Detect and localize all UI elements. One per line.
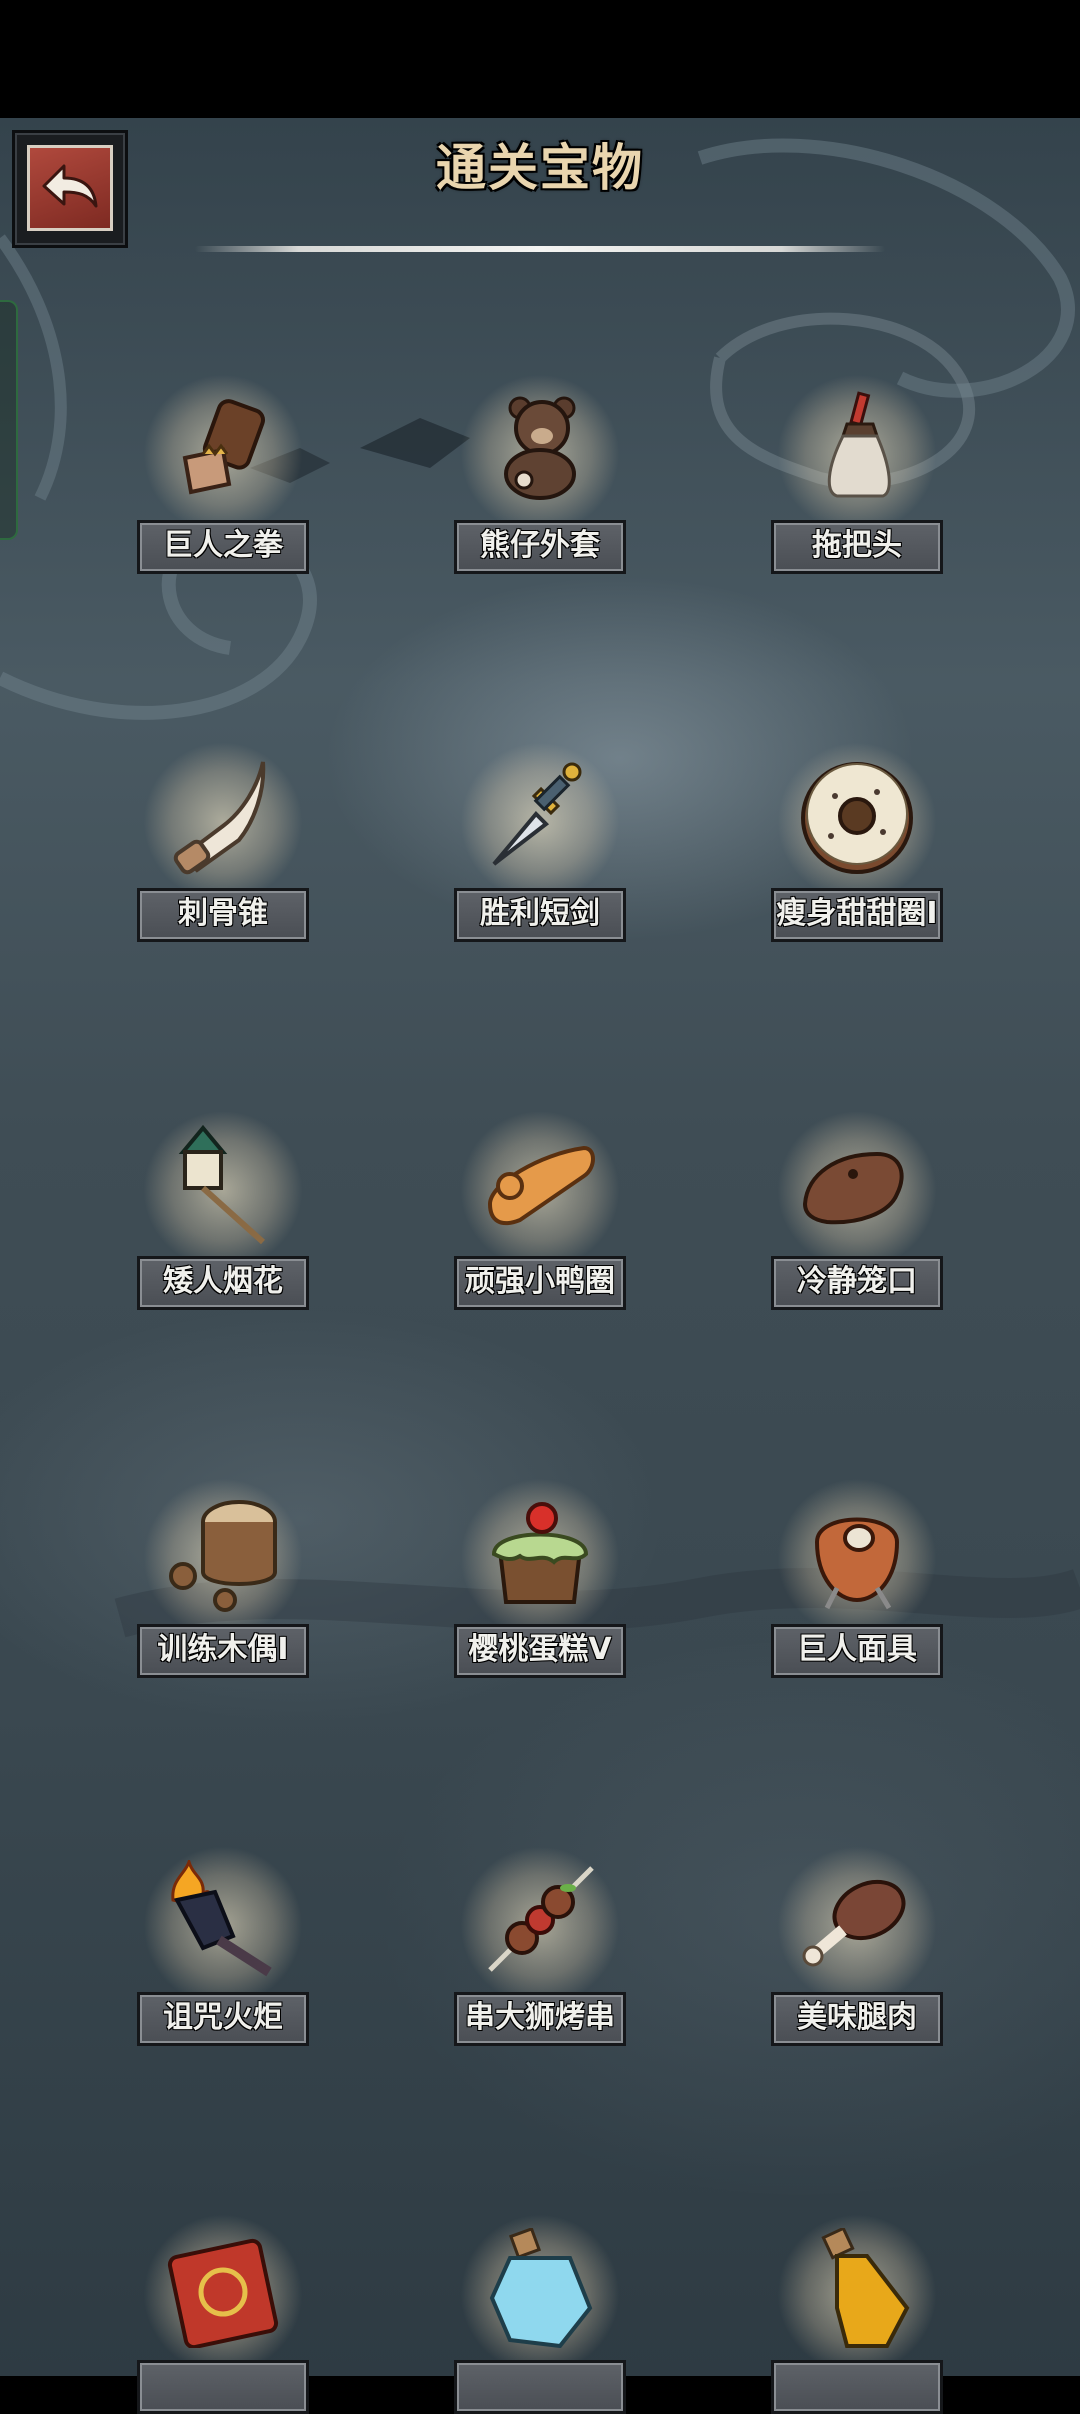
treasure-label <box>771 2360 943 2414</box>
treasure-item[interactable]: 瘦身甜甜圈I <box>767 742 947 942</box>
treasure-item[interactable]: 巨人之拳 <box>133 374 313 574</box>
treasure-label: 矮人烟花 <box>137 1256 309 1310</box>
treasure-label: 樱桃蛋糕V <box>454 1624 626 1678</box>
treasure-label: 巨人面具 <box>771 1624 943 1678</box>
blue-potion-icon <box>489 2228 593 2348</box>
treasure-label: 诅咒火炬 <box>137 1992 309 2046</box>
treasure-item[interactable]: 胜利短剑 <box>450 742 630 942</box>
treasure-item[interactable]: 熊仔外套 <box>450 374 630 574</box>
treasure-item[interactable]: 刺骨锥 <box>133 742 313 942</box>
cursed-torch-icon <box>171 1860 272 1977</box>
treasure-item[interactable]: 冷静笼口 <box>767 1110 947 1310</box>
donut-icon <box>801 762 913 874</box>
treasure-label: 串大狮烤串 <box>454 1992 626 2046</box>
treasure-item[interactable] <box>133 2214 313 2414</box>
treasure-label: 顽强小鸭圈 <box>454 1256 626 1310</box>
giant-fist-icon <box>182 399 265 495</box>
treasure-item[interactable]: 串大狮烤串 <box>450 1846 630 2046</box>
treasure-item[interactable]: 美味腿肉 <box>767 1846 947 2046</box>
treasure-item[interactable]: 樱桃蛋糕V <box>450 1478 630 1678</box>
treasure-label: 冷静笼口 <box>771 1256 943 1310</box>
page-title: 通关宝物 <box>436 139 644 197</box>
wooden-dummy-icon <box>169 1500 277 1612</box>
muzzle-icon <box>802 1151 904 1225</box>
treasure-item[interactable]: 巨人面具 <box>767 1478 947 1678</box>
treasure-label <box>137 2360 309 2414</box>
treasure-item[interactable] <box>767 2214 947 2414</box>
treasure-item[interactable]: 训练木偶I <box>133 1478 313 1678</box>
treasure-label: 瘦身甜甜圈I <box>771 888 943 942</box>
treasure-item[interactable]: 拖把头 <box>767 374 947 574</box>
treasure-label: 美味腿肉 <box>771 1992 943 2046</box>
cherry-cake-icon <box>491 1502 589 1604</box>
giant-mask-icon <box>814 1517 900 1610</box>
treasure-label: 熊仔外套 <box>454 520 626 574</box>
duck-ring-icon <box>487 1145 595 1226</box>
treasure-item[interactable]: 矮人烟花 <box>133 1110 313 1310</box>
firework-icon <box>178 1124 266 1244</box>
treasure-label: 拖把头 <box>771 520 943 574</box>
treasure-item[interactable] <box>450 2214 630 2414</box>
status-bar <box>0 0 1080 118</box>
bone-awl-icon <box>173 761 266 875</box>
kebab-icon <box>488 1866 594 1972</box>
dagger-icon <box>492 762 582 866</box>
treasure-label: 巨人之拳 <box>137 520 309 574</box>
treasure-label: 训练木偶I <box>137 1624 309 1678</box>
teddy-bear-icon <box>504 396 576 500</box>
treasure-item[interactable]: 顽强小鸭圈 <box>450 1110 630 1310</box>
treasure-label: 胜利短剑 <box>454 888 626 942</box>
yellow-potion-icon <box>821 2228 910 2348</box>
treasure-item[interactable]: 诅咒火炬 <box>133 1846 313 2046</box>
meat-leg-icon <box>802 1879 906 1967</box>
treasure-label: 刺骨锥 <box>137 888 309 942</box>
spellbook-icon <box>167 2238 279 2348</box>
side-tab[interactable] <box>0 300 18 540</box>
mop-head-icon <box>827 391 891 498</box>
title-divider <box>195 246 885 252</box>
treasure-label <box>454 2360 626 2414</box>
